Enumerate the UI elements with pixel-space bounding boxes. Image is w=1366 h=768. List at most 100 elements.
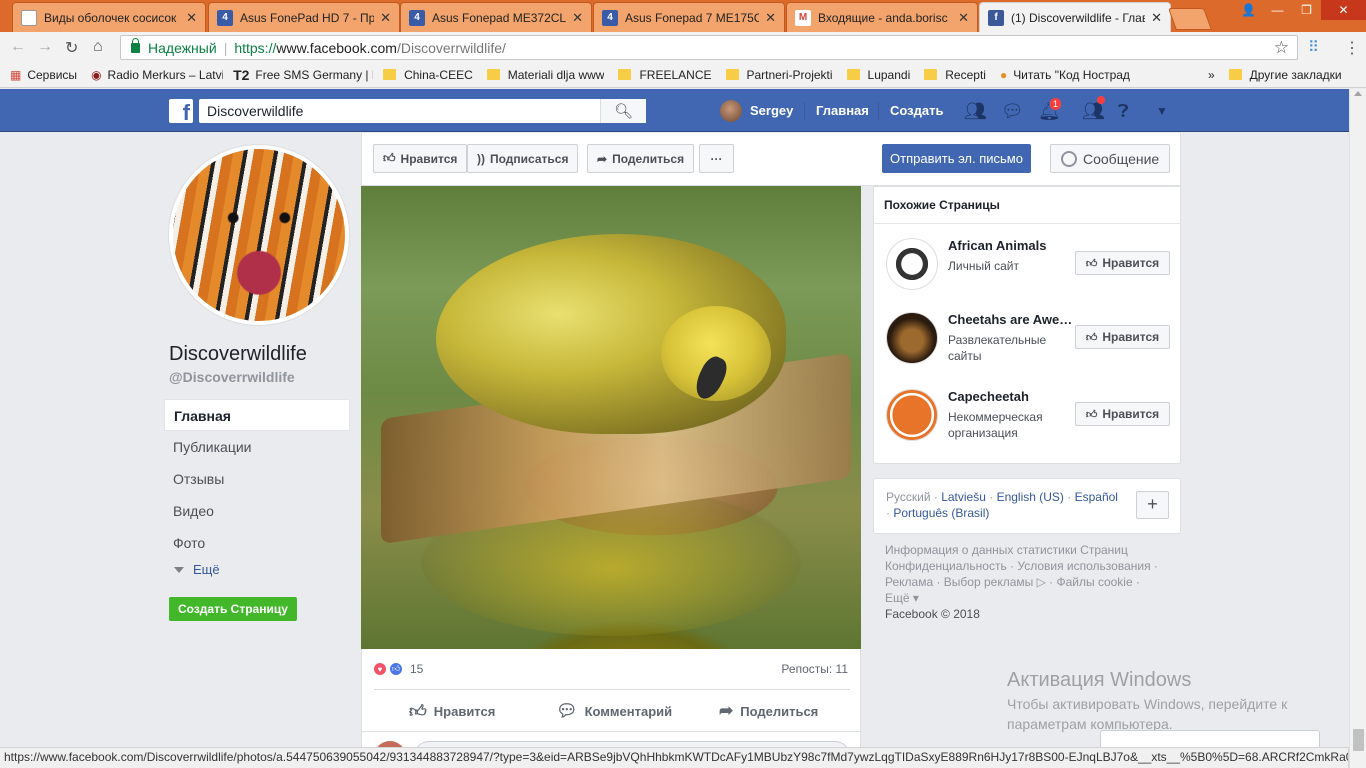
love-reaction-icon[interactable]: ♥: [372, 661, 388, 677]
like-reaction-icon[interactable]: 👍︎: [388, 661, 404, 677]
menu-icon[interactable]: ⋮: [1344, 38, 1360, 58]
bookmark-folder[interactable]: Recepti: [924, 68, 986, 82]
follow-button[interactable]: )) Подписаться: [467, 144, 579, 173]
close-icon[interactable]: ✕: [1151, 10, 1162, 26]
reaction-count[interactable]: 15: [410, 662, 423, 676]
language-link[interactable]: Latviešu: [941, 490, 986, 504]
search-input[interactable]: Discoverwildlife 🔍︎: [199, 99, 646, 123]
messenger-icon[interactable]: 💬︎: [1001, 101, 1024, 122]
nav-item-posts[interactable]: Публикации: [164, 431, 350, 463]
post-photo[interactable]: [361, 186, 861, 649]
close-icon[interactable]: ✕: [765, 10, 776, 26]
other-bookmarks[interactable]: Другие закладки: [1228, 68, 1342, 82]
browser-tab[interactable]: 4 Asus FonePad HD 7 - Пр ✕: [208, 2, 400, 32]
button-label: Нравится: [433, 704, 496, 719]
page-title[interactable]: Discoverwildlife: [169, 343, 307, 366]
nav-more[interactable]: Ещё: [174, 562, 220, 577]
new-tab-button[interactable]: [1167, 8, 1213, 30]
page-handle[interactable]: @Discoverrwildlife: [169, 369, 295, 385]
message-button[interactable]: Сообщение: [1050, 144, 1171, 173]
search-icon[interactable]: 🔍︎: [600, 99, 646, 123]
back-icon[interactable]: ←: [10, 38, 26, 56]
bookmarks-overflow[interactable]: »: [1208, 68, 1215, 82]
footer-more-link[interactable]: Ещё ▾: [885, 590, 1170, 606]
create-label: Создать: [890, 103, 944, 118]
reload-icon[interactable]: ↻: [65, 38, 78, 58]
like-page-button[interactable]: 👍︎ Нравится: [1075, 402, 1170, 426]
pages-icon[interactable]: 👥︎: [1082, 101, 1105, 122]
send-email-button[interactable]: Отправить эл. письмо: [882, 144, 1031, 173]
nav-item-reviews[interactable]: Отзывы: [164, 463, 350, 495]
language-link[interactable]: Português (Brasil): [893, 506, 989, 520]
browser-tab[interactable]: 4 Asus Fonepad 7 ME175C ✕: [593, 2, 785, 32]
footer-link[interactable]: Информация о данных статистики Страниц: [885, 542, 1170, 558]
create-page-button[interactable]: Создать Страницу: [169, 597, 297, 621]
account-menu-icon[interactable]: ▼: [1156, 104, 1168, 118]
scrollbar-thumb[interactable]: [1353, 729, 1364, 751]
reposts-count[interactable]: Репосты: 11: [781, 662, 848, 676]
language-link[interactable]: Español: [1075, 490, 1118, 504]
more-options-button[interactable]: ···: [699, 144, 734, 173]
cheetah-logo-icon[interactable]: [886, 389, 938, 441]
lock-icon: [131, 37, 140, 53]
similar-page-name[interactable]: Cheetahs are Awe…: [948, 312, 1074, 327]
bookmark-apps[interactable]: ▦ Сервисы: [10, 68, 77, 82]
post-share-button[interactable]: ➦ Поделиться: [719, 701, 818, 721]
window-close-icon[interactable]: ✕: [1321, 0, 1366, 20]
nav-item-videos[interactable]: Видео: [164, 495, 350, 527]
extension-icon[interactable]: ⠿: [1308, 38, 1319, 56]
bookmark-item[interactable]: ◉ Radio Merkurs – Latvi: [91, 68, 223, 82]
help-icon[interactable]: ❓︎: [1118, 101, 1129, 122]
friend-requests-icon[interactable]: 👥︎: [964, 101, 987, 122]
browser-tab[interactable]: Виды оболочек сосисок ✕: [12, 2, 206, 32]
nav-item-home[interactable]: Главная: [164, 399, 350, 431]
browser-tab[interactable]: 4 Asus Fonepad ME372CL ✕: [400, 2, 592, 32]
facebook-logo-icon[interactable]: f: [169, 99, 193, 123]
page-profile-picture[interactable]: [169, 145, 349, 325]
cheetah-logo-icon[interactable]: [886, 312, 938, 364]
bookmark-folder[interactable]: China-CEEC: [383, 68, 473, 82]
bookmark-folder[interactable]: Materiali dlja www: [486, 68, 604, 82]
lion-logo-icon[interactable]: [886, 238, 938, 290]
home-link[interactable]: Главная: [816, 89, 869, 132]
home-icon[interactable]: ⌂: [93, 38, 103, 56]
create-link[interactable]: Создать: [890, 89, 943, 132]
bookmark-item[interactable]: T2 Free SMS Germany | F: [233, 67, 373, 83]
maximize-icon[interactable]: ❐: [1292, 0, 1321, 20]
bookmark-folder[interactable]: FREELANCE: [618, 68, 712, 82]
share-page-button[interactable]: ➦ Поделиться: [587, 144, 695, 173]
add-language-button[interactable]: +: [1136, 491, 1169, 519]
forward-icon[interactable]: →: [37, 38, 53, 56]
language-link[interactable]: English (US): [997, 490, 1064, 504]
similar-page-name[interactable]: African Animals: [948, 238, 1074, 253]
profile-icon[interactable]: 👤: [1234, 0, 1263, 20]
more-dots-icon: ···: [710, 151, 723, 166]
nav-item-photos[interactable]: Фото: [164, 527, 350, 559]
bookmark-folder[interactable]: Lupandi: [846, 68, 910, 82]
close-icon[interactable]: ✕: [380, 10, 391, 26]
scroll-up-icon[interactable]: [1354, 91, 1362, 96]
post-comment-button[interactable]: 💬︎ Комментарий: [556, 701, 672, 721]
bookmark-item[interactable]: ● Читать "Код Нострад: [1000, 68, 1140, 82]
like-page-button[interactable]: 👍︎ Нравится: [1075, 325, 1170, 349]
post-like-button[interactable]: 👍︎ Нравится: [409, 701, 495, 722]
minimize-icon[interactable]: —: [1263, 0, 1292, 20]
address-bar[interactable]: Надежный | https:// www.facebook.com /Di…: [120, 35, 1298, 60]
bookmark-star-icon[interactable]: ☆: [1274, 38, 1289, 58]
bookmark-folder[interactable]: Partneri-Projekti: [725, 68, 833, 82]
similar-page-category: Развлекательные сайты: [948, 333, 1047, 363]
like-page-button[interactable]: 👍︎ Нравится: [373, 144, 468, 173]
footer-link[interactable]: Конфиденциальность · Условия использован…: [885, 558, 1170, 574]
similar-page-name[interactable]: Capecheetah: [948, 389, 1074, 404]
browser-tab[interactable]: M Входящие - anda.borisc ✕: [786, 2, 978, 32]
folder-icon: [618, 69, 632, 80]
separator: ·: [930, 490, 942, 504]
close-icon[interactable]: ✕: [572, 10, 583, 26]
footer-link[interactable]: Реклама · Выбор рекламы ▷ · Файлы cookie…: [885, 574, 1170, 590]
browser-tab-active[interactable]: f (1) Discoverwildlife - Глав ✕: [979, 2, 1171, 32]
close-icon[interactable]: ✕: [186, 10, 197, 26]
profile-link[interactable]: Sergey: [720, 89, 793, 132]
close-icon[interactable]: ✕: [958, 10, 969, 26]
page-scrollbar[interactable]: [1349, 89, 1366, 768]
like-page-button[interactable]: 👍︎ Нравится: [1075, 251, 1170, 275]
